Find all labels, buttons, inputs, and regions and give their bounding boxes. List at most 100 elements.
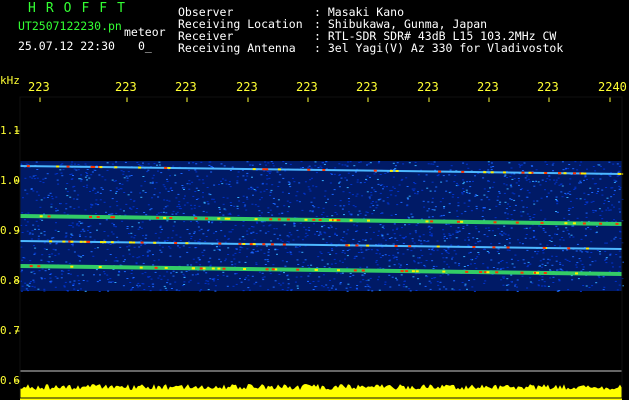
- noise-pixel: [436, 165, 439, 167]
- noise-pixel: [28, 282, 31, 284]
- noise-pixel: [63, 285, 66, 287]
- noise-pixel: [189, 279, 192, 281]
- noise-pixel: [464, 239, 467, 241]
- noise-pixel: [115, 161, 118, 163]
- noise-pixel: [578, 182, 581, 184]
- noise-pixel: [618, 201, 621, 203]
- noise-pixel: [381, 226, 384, 228]
- noise-pixel: [296, 285, 299, 287]
- noise-pixel: [125, 175, 128, 177]
- signal-hotspot: [282, 243, 286, 246]
- noise-pixel: [308, 227, 311, 228]
- noise-pixel: [543, 281, 546, 283]
- noise-pixel: [124, 161, 127, 163]
- noise-pixel: [452, 233, 454, 235]
- noise-pixel: [201, 251, 204, 253]
- noise-pixel: [309, 179, 312, 181]
- noise-pixel: [322, 238, 325, 240]
- noise-pixel: [468, 279, 470, 281]
- noise-pixel: [80, 180, 83, 182]
- noise-pixel: [584, 204, 587, 205]
- noise-pixel: [54, 254, 57, 256]
- noise-pixel: [323, 224, 326, 226]
- noise-pixel: [194, 169, 197, 171]
- noise-pixel: [209, 278, 212, 280]
- noise-pixel: [499, 268, 502, 270]
- noise-pixel: [208, 222, 210, 224]
- noise-pixel: [336, 213, 339, 215]
- noise-pixel: [382, 200, 385, 202]
- noise-pixel: [452, 194, 455, 195]
- signal-hotspot: [140, 241, 144, 244]
- noise-pixel: [618, 250, 621, 252]
- noise-pixel: [198, 179, 201, 181]
- noise-pixel: [402, 283, 405, 285]
- noise-pixel: [482, 210, 484, 212]
- noise-pixel: [329, 253, 332, 255]
- noise-pixel: [49, 274, 52, 275]
- noise-pixel: [406, 186, 409, 187]
- noise-pixel: [312, 289, 315, 290]
- noise-pixel: [229, 186, 232, 188]
- noise-pixel: [576, 262, 579, 264]
- noise-pixel: [250, 232, 253, 234]
- noise-pixel: [79, 288, 82, 290]
- noise-pixel: [442, 268, 445, 270]
- noise-pixel: [212, 232, 215, 234]
- noise-pixel: [441, 253, 444, 255]
- noise-pixel: [433, 277, 436, 279]
- noise-pixel: [613, 181, 616, 183]
- noise-pixel: [26, 221, 29, 223]
- noise-pixel: [96, 229, 98, 231]
- noise-pixel: [377, 235, 380, 236]
- noise-pixel: [298, 201, 301, 203]
- noise-pixel: [226, 197, 229, 199]
- noise-pixel: [506, 239, 508, 240]
- noise-pixel: [42, 182, 45, 184]
- noise-pixel: [576, 217, 579, 219]
- noise-pixel: [375, 201, 378, 203]
- noise-pixel: [113, 224, 115, 226]
- noise-pixel: [356, 225, 358, 227]
- signal-hotspot: [617, 172, 621, 175]
- noise-pixel: [222, 196, 225, 198]
- noise-pixel: [86, 280, 89, 282]
- noise-pixel: [233, 258, 236, 260]
- noise-pixel: [259, 191, 262, 193]
- noise-pixel: [85, 172, 88, 173]
- noise-pixel: [575, 250, 578, 252]
- noise-pixel: [352, 205, 355, 207]
- noise-pixel: [431, 216, 434, 218]
- noise-pixel: [158, 275, 161, 277]
- noise-pixel: [362, 279, 365, 281]
- noise-pixel: [576, 243, 579, 245]
- noise-pixel: [116, 236, 119, 238]
- noise-pixel: [390, 190, 393, 192]
- noise-pixel: [152, 264, 155, 266]
- noise-pixel: [54, 173, 57, 175]
- noise-pixel: [220, 261, 222, 263]
- noise-pixel: [79, 236, 81, 237]
- signal-hotspot: [486, 271, 490, 274]
- noise-pixel: [272, 203, 275, 204]
- noise-pixel: [462, 226, 465, 227]
- noise-pixel: [597, 188, 600, 190]
- noise-pixel: [486, 196, 489, 198]
- noise-pixel: [60, 164, 63, 166]
- noise-pixel: [32, 190, 35, 192]
- noise-pixel: [392, 162, 395, 164]
- noise-pixel: [472, 237, 475, 239]
- noise-pixel: [30, 281, 32, 283]
- noise-pixel: [417, 174, 420, 176]
- noise-pixel: [100, 187, 103, 189]
- noise-pixel: [412, 276, 415, 278]
- noise-pixel: [188, 162, 190, 164]
- noise-pixel: [115, 257, 118, 259]
- noise-pixel: [335, 288, 337, 290]
- noise-pixel: [127, 194, 130, 196]
- noise-pixel: [575, 266, 578, 268]
- noise-pixel: [346, 165, 349, 167]
- noise-pixel: [205, 211, 208, 213]
- noise-pixel: [166, 240, 169, 241]
- noise-pixel: [23, 257, 26, 259]
